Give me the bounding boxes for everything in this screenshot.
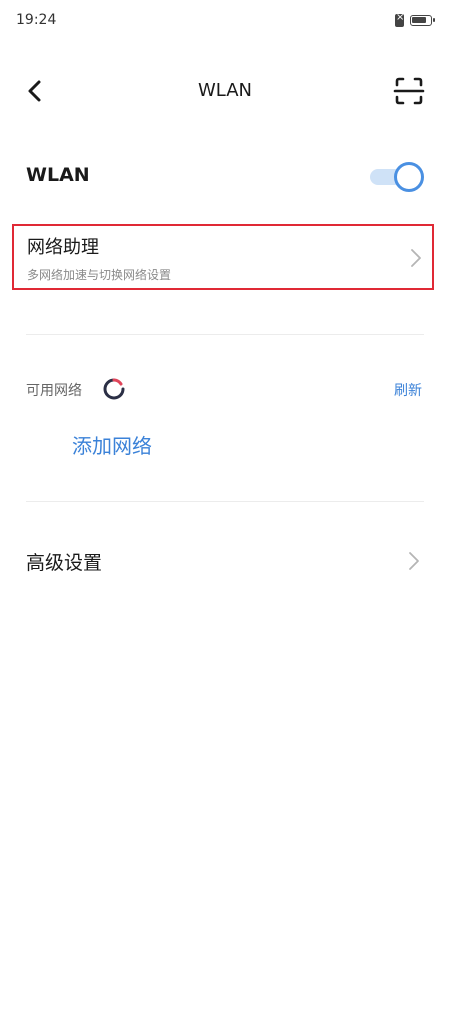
network-assistant-title: 网络助理 <box>27 237 99 258</box>
wlan-settings-screen: 19:24 WLAN WLAN <box>0 0 450 1009</box>
wlan-row: WLAN <box>0 150 450 204</box>
advanced-settings-label: 高级设置 <box>26 552 103 574</box>
chevron-right-icon <box>411 249 421 267</box>
scan-button[interactable] <box>392 74 426 108</box>
battery-icon <box>410 15 435 26</box>
status-time: 19:24 <box>16 12 57 28</box>
scan-icon <box>393 77 425 105</box>
wlan-toggle[interactable] <box>370 162 424 192</box>
available-networks-header: 可用网络 刷新 <box>0 370 450 410</box>
sim-off-icon <box>395 12 404 27</box>
status-icons <box>395 12 435 27</box>
status-bar: 19:24 <box>0 0 450 44</box>
advanced-settings-item[interactable]: 高级设置 <box>0 538 450 584</box>
loading-spinner-icon <box>103 378 125 400</box>
network-assistant-item[interactable]: 网络助理 多网络加速与切换网络设置 <box>12 224 434 290</box>
page-title: WLAN <box>197 80 253 101</box>
nav-bar: WLAN <box>0 62 450 120</box>
add-network-button[interactable]: 添加网络 <box>72 430 152 459</box>
divider <box>26 501 424 502</box>
available-networks-label: 可用网络 <box>26 383 82 399</box>
network-assistant-subtitle: 多网络加速与切换网络设置 <box>27 268 172 282</box>
chevron-right-icon <box>409 552 419 570</box>
wlan-label: WLAN <box>26 164 90 186</box>
divider <box>26 334 424 335</box>
refresh-button[interactable]: 刷新 <box>394 380 422 400</box>
wlan-toggle-knob <box>394 162 424 192</box>
